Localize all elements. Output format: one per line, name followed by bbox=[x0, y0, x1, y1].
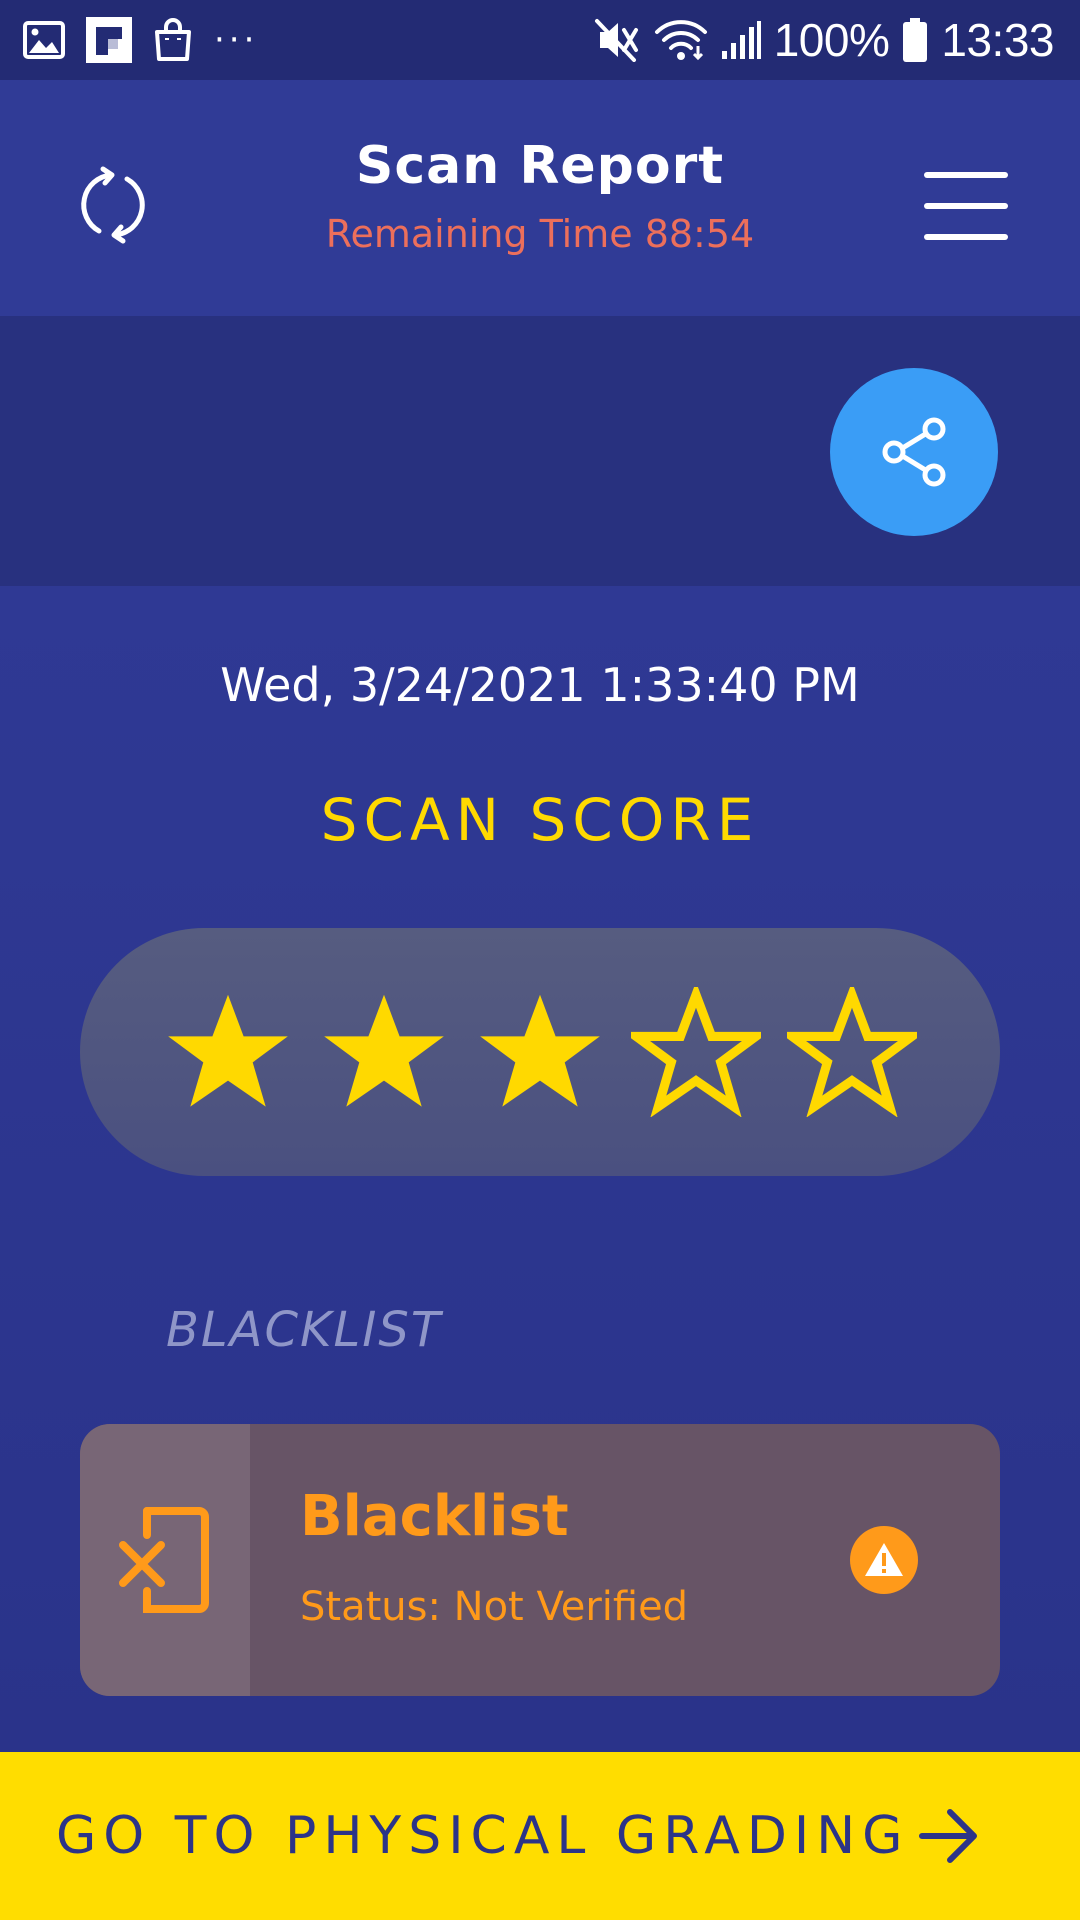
star-empty-icon bbox=[631, 987, 761, 1117]
share-button[interactable] bbox=[830, 368, 998, 536]
report-content: Wed, 3/24/2021 1:33:40 PM SCAN SCORE BLA… bbox=[0, 586, 1080, 1752]
status-bar-right: 100% 13:33 bbox=[582, 13, 1054, 67]
menu-line bbox=[924, 234, 1008, 240]
battery-icon bbox=[903, 18, 928, 62]
cta-label: GO TO PHYSICAL GRADING bbox=[56, 1806, 910, 1866]
wifi-icon bbox=[654, 20, 707, 61]
star-rating bbox=[80, 928, 1000, 1176]
battery-percent: 100% bbox=[773, 14, 890, 66]
mute-icon bbox=[594, 19, 638, 62]
shopping-bag-icon bbox=[155, 18, 191, 61]
warning-icon bbox=[850, 1526, 918, 1594]
card-status: Status: Not Verified bbox=[300, 1584, 689, 1630]
card-title: Blacklist bbox=[300, 1484, 569, 1549]
scan-score-label: SCAN SCORE bbox=[320, 786, 760, 854]
status-bar: ··· 100% 13:33 bbox=[0, 0, 1080, 80]
clock: 13:33 bbox=[941, 14, 1054, 66]
menu-line bbox=[924, 203, 1008, 209]
menu-line bbox=[924, 172, 1008, 178]
section-label-blacklist: BLACKLIST bbox=[166, 1302, 443, 1358]
star-filled-icon bbox=[324, 994, 444, 1107]
status-bar-left: ··· bbox=[22, 17, 278, 63]
signal-icon bbox=[721, 21, 761, 59]
flipboard-icon bbox=[86, 17, 132, 63]
blacklist-card[interactable]: Blacklist Status: Not Verified bbox=[80, 1424, 1000, 1696]
card-icon-box bbox=[80, 1424, 250, 1696]
phone-x-icon bbox=[119, 1507, 209, 1613]
star-filled-icon bbox=[168, 994, 288, 1107]
more-dots-icon: ··· bbox=[214, 20, 259, 60]
star-filled-icon bbox=[480, 994, 600, 1107]
share-icon bbox=[882, 417, 946, 487]
app-header: Scan Report Remaining Time 88:54 bbox=[0, 80, 1080, 316]
scan-datetime: Wed, 3/24/2021 1:33:40 PM bbox=[220, 658, 860, 712]
star-empty-icon bbox=[787, 987, 917, 1117]
hamburger-menu-icon[interactable] bbox=[918, 164, 1014, 248]
action-band bbox=[0, 316, 1080, 586]
arrow-right-icon bbox=[919, 1809, 977, 1863]
warning-triangle-icon bbox=[865, 1543, 903, 1576]
gallery-icon bbox=[23, 21, 65, 59]
go-to-physical-grading-button[interactable]: GO TO PHYSICAL GRADING bbox=[0, 1752, 1080, 1920]
